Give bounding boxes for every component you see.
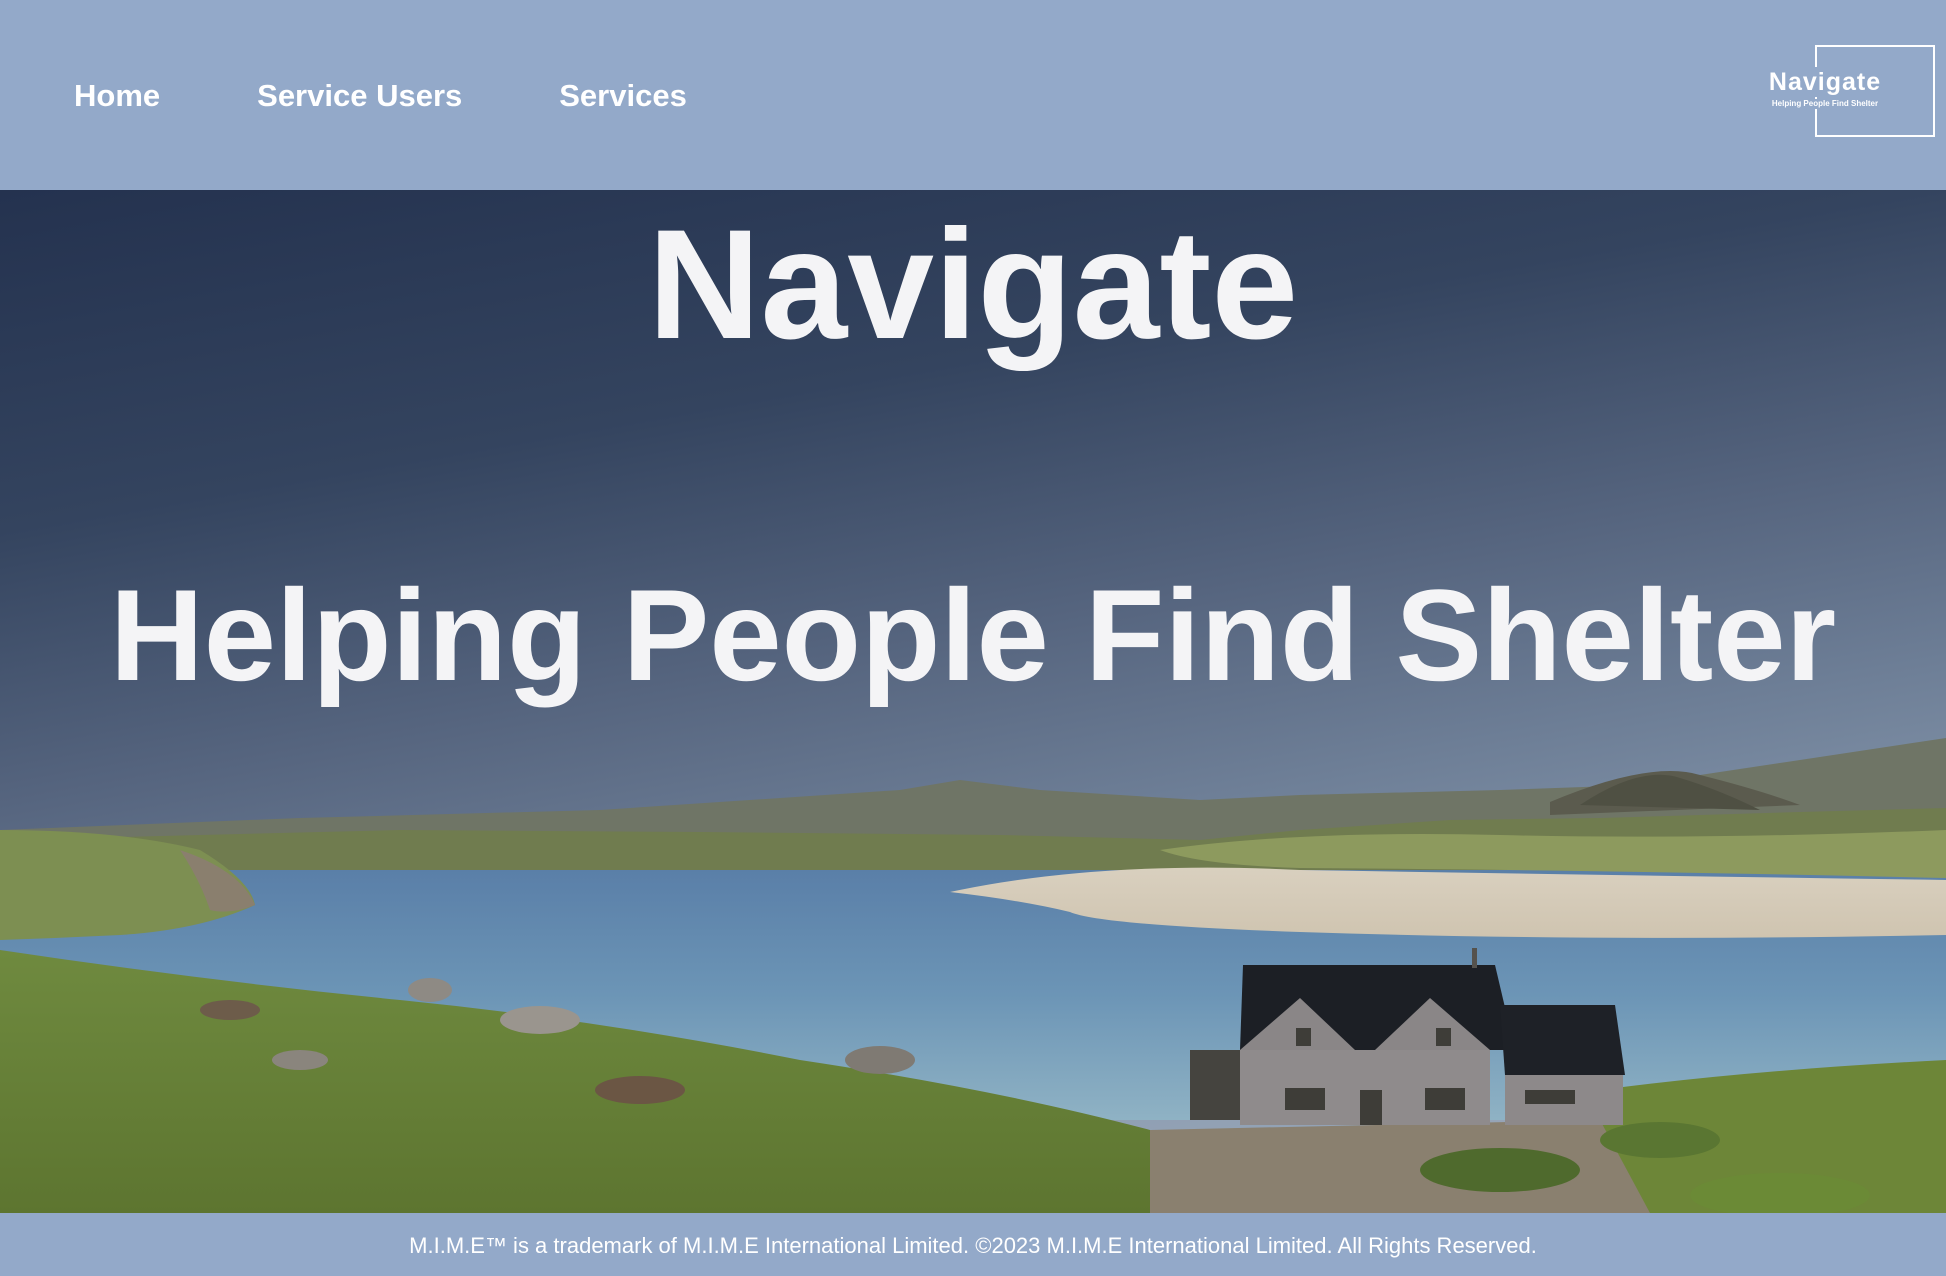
nav-services-link[interactable]: Services [559,75,687,117]
page: Home Service Users Services Navigate Hel… [0,0,1946,1276]
hero-banner: Navigate Helping People Find Shelter [0,190,1946,1213]
main-nav: Home Service Users Services [74,75,784,117]
logo-title: Navigate [1755,67,1895,97]
site-header: Home Service Users Services Navigate Hel… [0,0,1946,190]
site-logo[interactable]: Navigate Helping People Find Shelter [1755,45,1935,137]
hero-subtitle: Helping People Find Shelter [109,562,1837,708]
hero-title: Navigate [647,198,1299,372]
nav-service-users-link[interactable]: Service Users [257,75,462,117]
site-footer: M.I.M.E™ is a trademark of M.I.M.E Inter… [0,1213,1946,1276]
copyright-text: M.I.M.E™ is a trademark of M.I.M.E Inter… [409,1233,1537,1258]
nav-home-link[interactable]: Home [74,75,160,117]
logo-subtitle: Helping People Find Shelter [1755,99,1895,109]
